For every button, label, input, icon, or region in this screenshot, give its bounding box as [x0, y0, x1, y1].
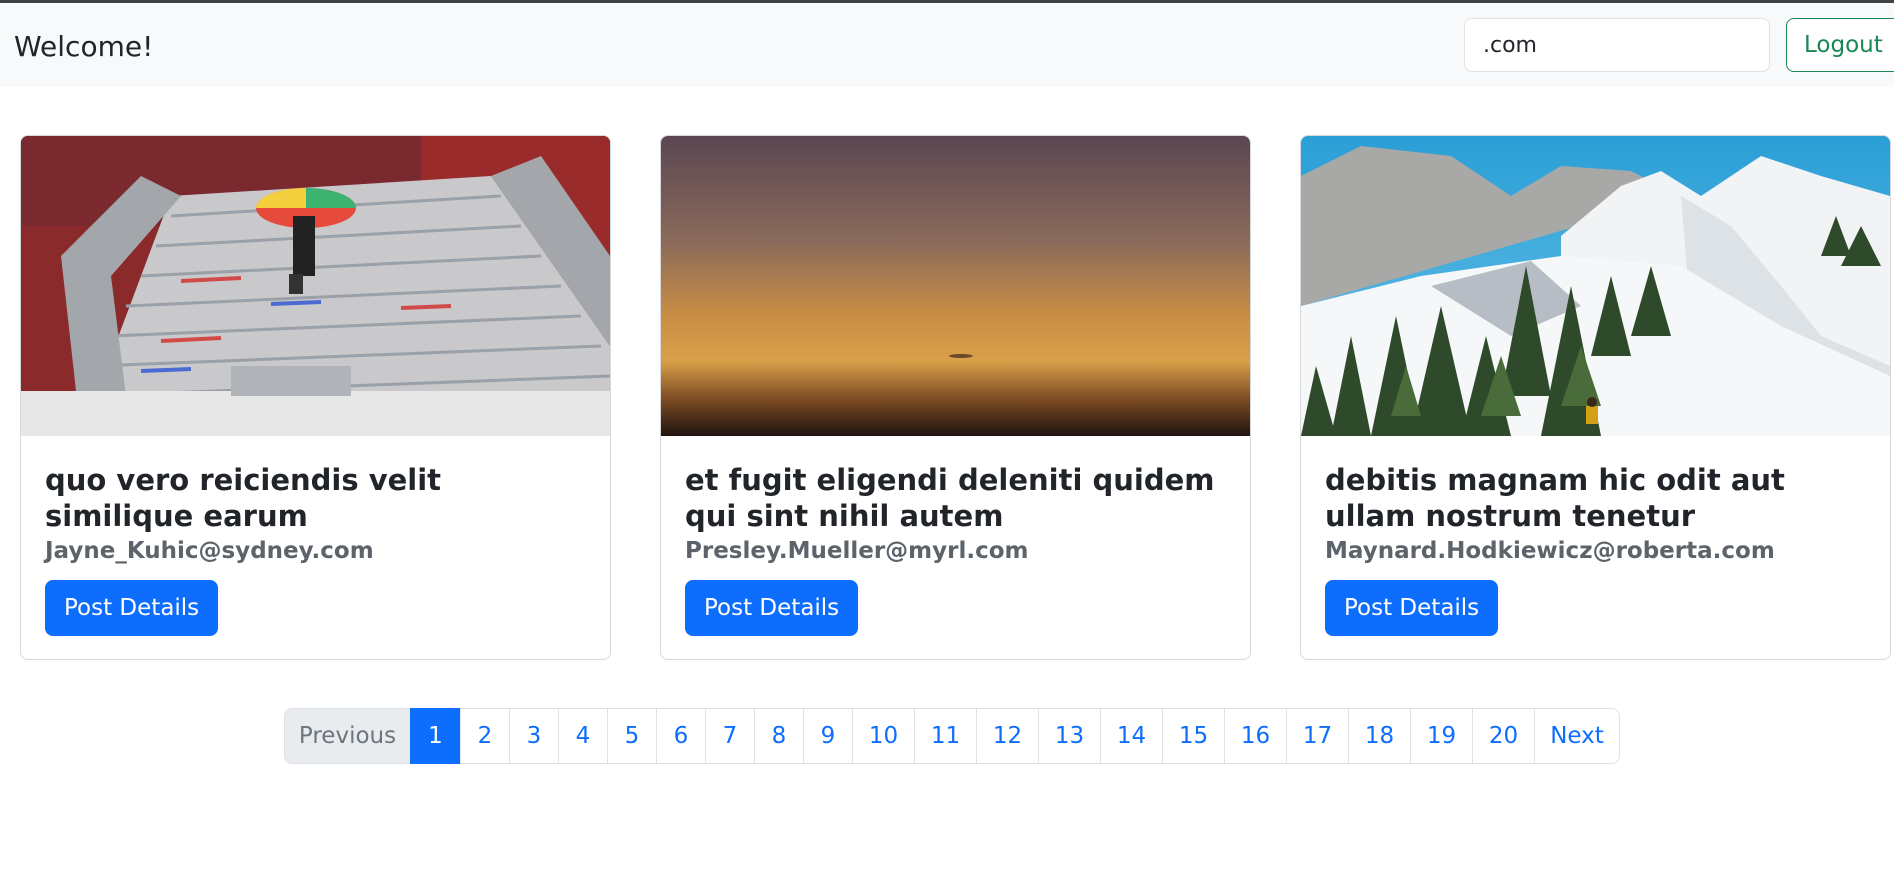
pagination-page-16[interactable]: 16 [1224, 708, 1287, 764]
navbar-brand: Welcome! [14, 30, 154, 63]
post-card: et fugit eligendi deleniti quidem qui si… [660, 135, 1251, 660]
navbar: Welcome! Logout [0, 3, 1894, 87]
post-details-button[interactable]: Post Details [1325, 580, 1499, 636]
pagination-page-13[interactable]: 13 [1038, 708, 1101, 764]
pagination-page-1[interactable]: 1 [410, 708, 461, 764]
pagination-page-4[interactable]: 4 [558, 708, 608, 764]
post-image-stairs [21, 136, 610, 436]
pagination-page-14[interactable]: 14 [1100, 708, 1163, 764]
pagination-next[interactable]: Next [1534, 708, 1620, 764]
post-details-button[interactable]: Post Details [685, 580, 859, 636]
pagination-page-2[interactable]: 2 [460, 708, 510, 764]
pagination: Previous 1 2 3 4 5 6 7 8 9 10 11 12 13 1… [284, 708, 1620, 764]
post-image-mountains [1301, 136, 1890, 436]
post-title: et fugit eligendi deleniti quidem qui si… [685, 463, 1215, 533]
post-title: quo vero reiciendis velit similique earu… [45, 463, 442, 533]
pagination-page-12[interactable]: 12 [976, 708, 1039, 764]
pagination-page-8[interactable]: 8 [754, 708, 804, 764]
pagination-previous[interactable]: Previous [284, 708, 411, 764]
pagination-page-20[interactable]: 20 [1472, 708, 1535, 764]
post-author-email: Maynard.Hodkiewicz@roberta.com [1325, 538, 1775, 564]
post-title: debitis magnam hic odit aut ullam nostru… [1325, 463, 1785, 533]
post-card: quo vero reiciendis velit similique earu… [20, 135, 611, 660]
pagination-page-11[interactable]: 11 [914, 708, 977, 764]
pagination-page-17[interactable]: 17 [1286, 708, 1349, 764]
pagination-page-10[interactable]: 10 [852, 708, 915, 764]
pagination-page-3[interactable]: 3 [509, 708, 559, 764]
post-card: debitis magnam hic odit aut ullam nostru… [1300, 135, 1891, 660]
search-input[interactable] [1464, 18, 1770, 72]
pagination-page-9[interactable]: 9 [803, 708, 853, 764]
post-image-sunset [661, 136, 1250, 436]
pagination-page-15[interactable]: 15 [1162, 708, 1225, 764]
pagination-page-5[interactable]: 5 [607, 708, 657, 764]
pagination-page-19[interactable]: 19 [1410, 708, 1473, 764]
pagination-page-6[interactable]: 6 [656, 708, 706, 764]
logout-button[interactable]: Logout [1786, 18, 1894, 72]
post-author-email: Jayne_Kuhic@sydney.com [45, 538, 374, 564]
pagination-page-7[interactable]: 7 [705, 708, 755, 764]
post-author-email: Presley.Mueller@myrl.com [685, 538, 1029, 564]
post-details-button[interactable]: Post Details [45, 580, 219, 636]
pagination-page-18[interactable]: 18 [1348, 708, 1411, 764]
